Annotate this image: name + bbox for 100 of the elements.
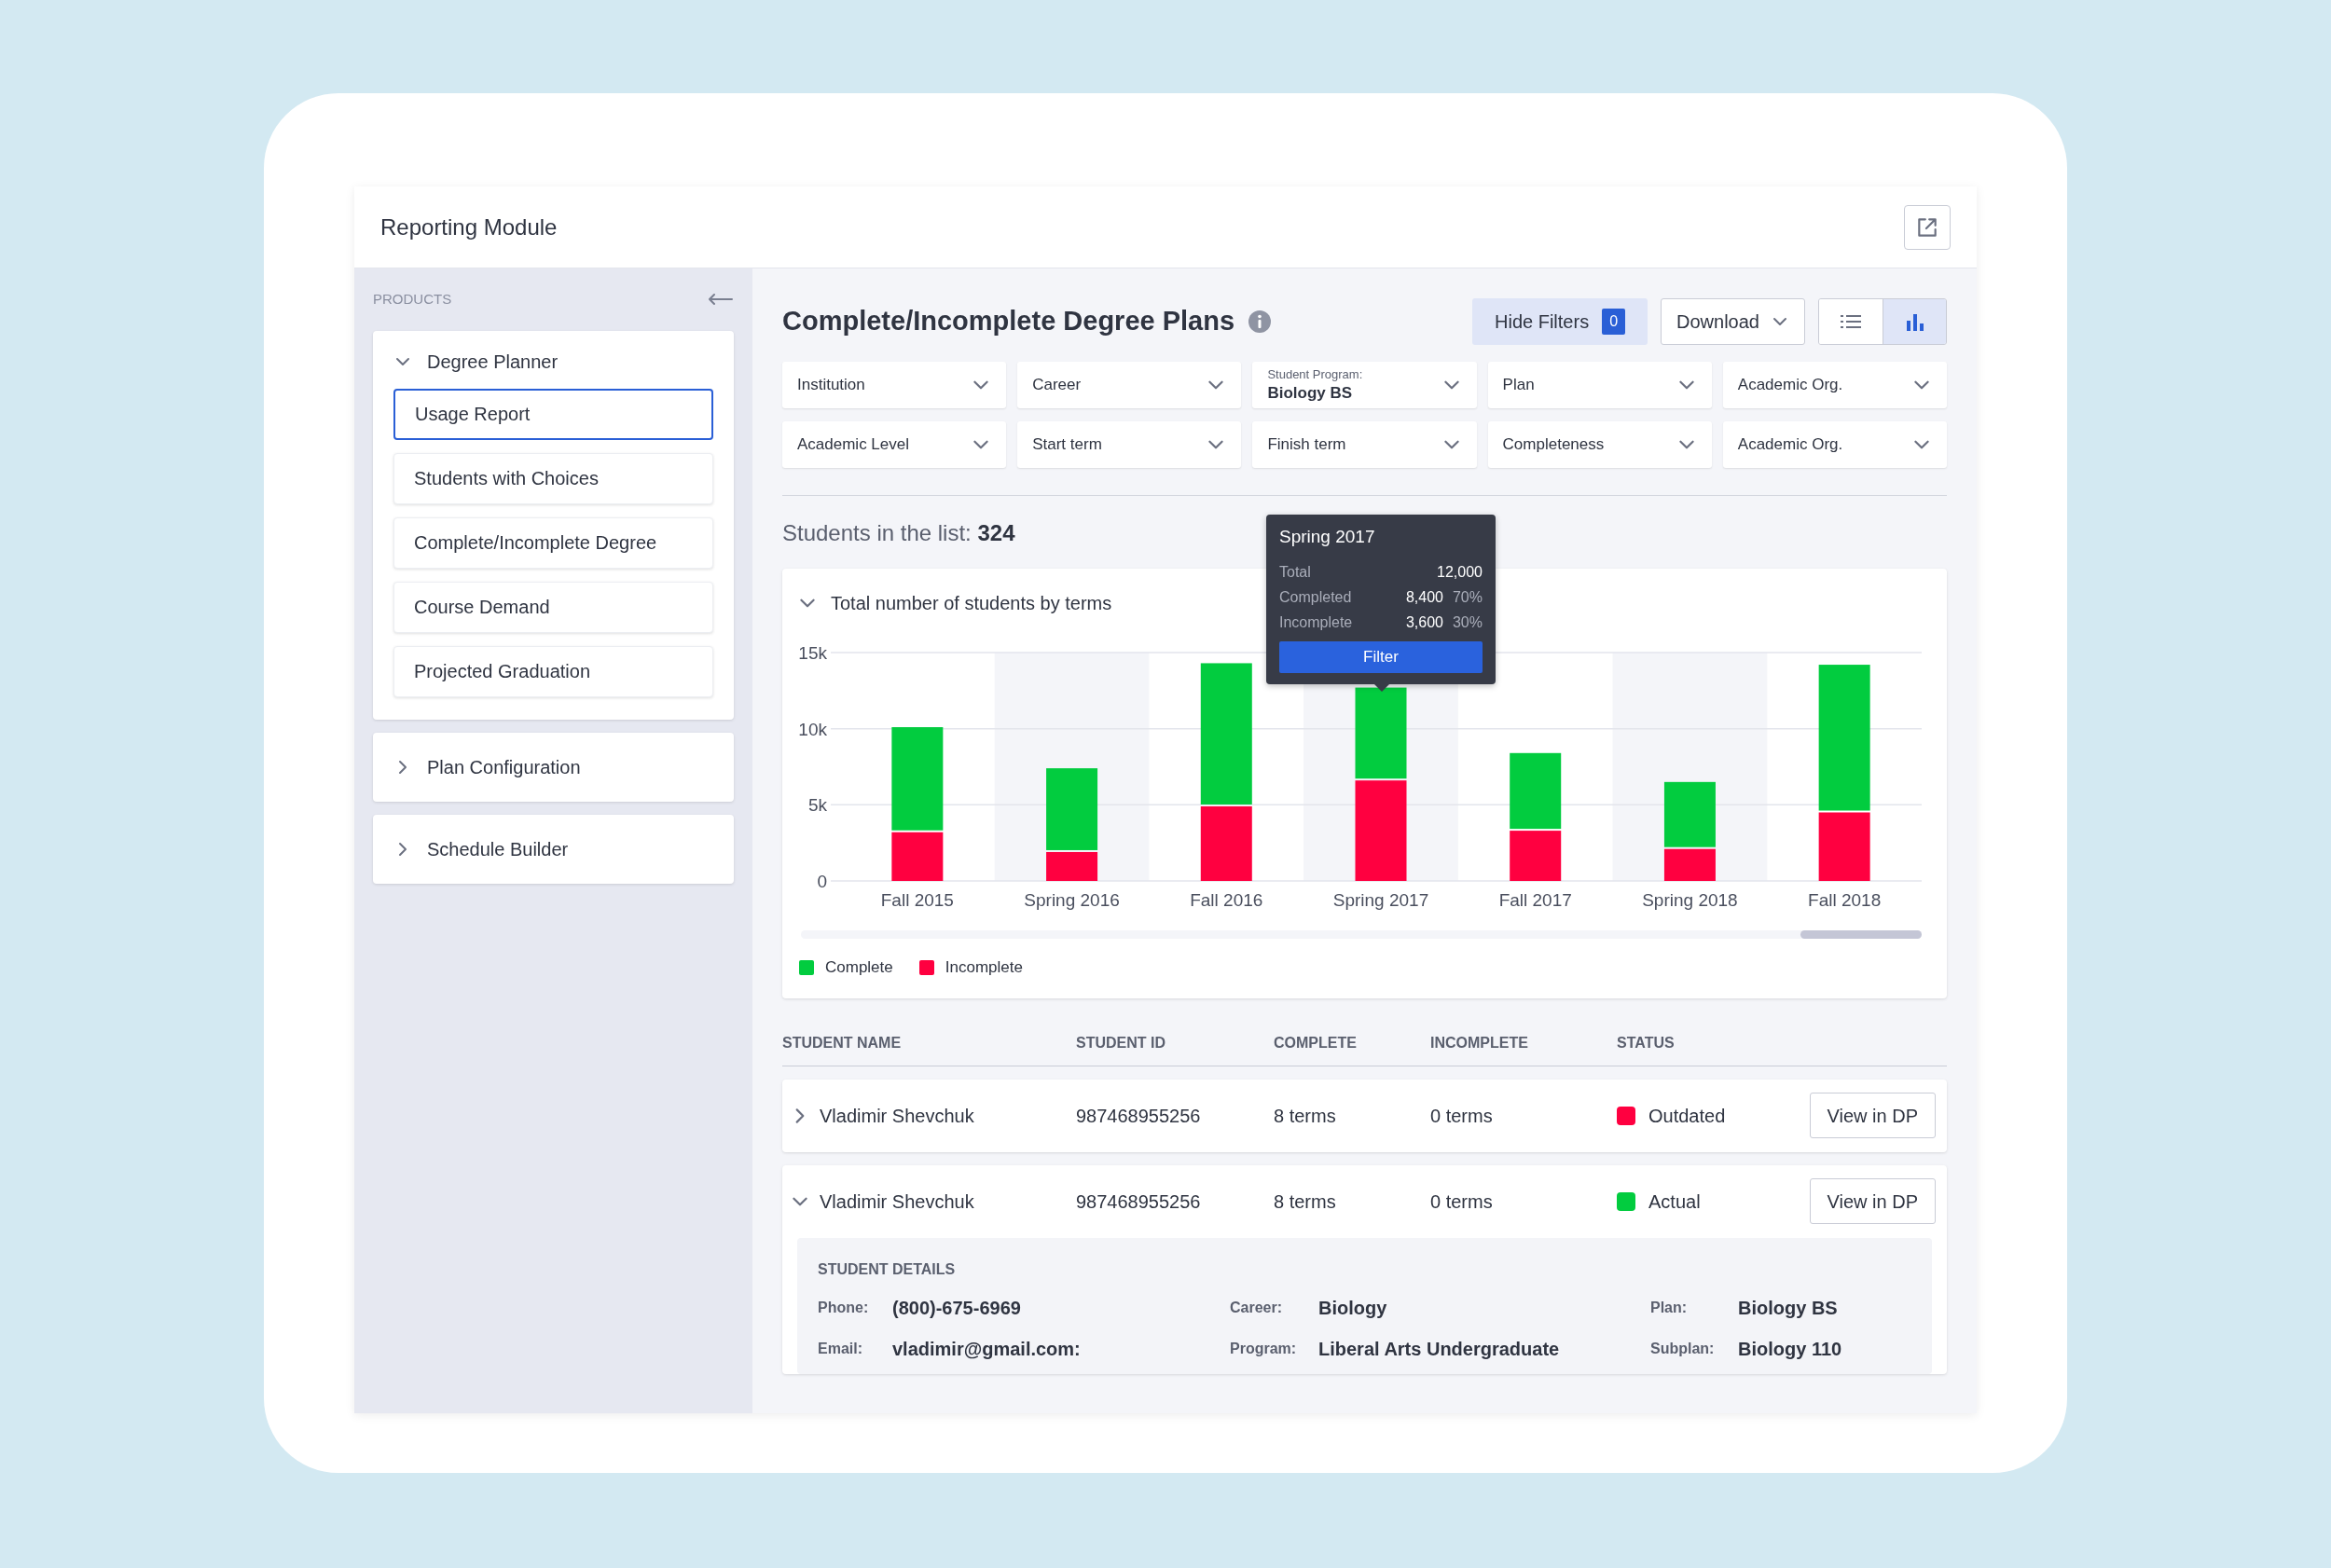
download-button[interactable]: Download: [1661, 298, 1805, 345]
legend-swatch: [799, 959, 814, 975]
status-label: Actual: [1648, 1190, 1701, 1214]
filter-dropdown[interactable]: Career: [1017, 362, 1242, 408]
filter-dropdown[interactable]: Finish term: [1252, 421, 1477, 468]
detail-value: vladimir@gmail.com:: [892, 1337, 1082, 1361]
detail-label: Plan:: [1650, 1298, 1689, 1317]
table-row[interactable]: [782, 1164, 1947, 1374]
filter-label: Finish term: [1267, 434, 1346, 456]
column-header: INCOMPLETE: [1430, 1033, 1529, 1052]
filter-label: Academic Org.: [1737, 375, 1843, 396]
detail-label: Program:: [1230, 1339, 1298, 1358]
table-row[interactable]: Vladimir Shevchuk 987468955256 8 terms 0 terms Outdated View in DP: [782, 1079, 1947, 1152]
sidebar-item[interactable]: Students with Choices: [393, 452, 713, 504]
detail-label: Phone:: [818, 1298, 870, 1317]
tooltip-value: 3,600: [1405, 613, 1443, 632]
axis-label: Fall 2015: [880, 890, 954, 910]
details-heading: STUDENT DETAILS: [818, 1259, 957, 1279]
sidebar-item[interactable]: Complete/Incomplete Degree: [393, 516, 713, 569]
axis-label: Fall 2018: [1808, 890, 1882, 910]
column-header: STUDENT NAME: [782, 1033, 903, 1052]
sidebar-item[interactable]: Projected Graduation: [393, 645, 713, 697]
axis-label: 15k: [798, 643, 827, 663]
filter-label: Academic Level: [797, 434, 909, 456]
detail-label: Career:: [1230, 1298, 1284, 1317]
chart-bar[interactable]: [1510, 752, 1562, 830]
sidebar-item[interactable]: Usage Report: [393, 388, 713, 440]
legend-label: Incomplete: [945, 957, 1023, 978]
legend-label: Complete: [825, 957, 893, 978]
filter-dropdown[interactable]: Academic Level: [782, 421, 1007, 468]
chart-bar[interactable]: [1355, 687, 1407, 779]
filter-dropdown[interactable]: Academic Org.: [1722, 362, 1947, 408]
filter-value: Biology BS: [1267, 382, 1354, 403]
table-cell-text: 8 terms: [1274, 1104, 1337, 1128]
scrollbar[interactable]: [801, 930, 1922, 939]
list-view-button[interactable]: [1819, 299, 1883, 344]
collapse-sidebar-button[interactable]: [708, 293, 734, 307]
filter-caption: Student Program:: [1267, 367, 1363, 383]
chart-view-button[interactable]: [1883, 299, 1946, 344]
detail-label: Subplan:: [1650, 1339, 1716, 1358]
filter-dropdown[interactable]: Academic Org.: [1722, 421, 1947, 468]
detail-value: Biology: [1318, 1296, 1388, 1320]
column-header: STUDENT ID: [1076, 1033, 1166, 1052]
sidebar-group[interactable]: Degree Planner: [393, 347, 713, 376]
filter-dropdown[interactable]: Plan: [1487, 362, 1712, 408]
window-title: Reporting Module: [380, 213, 558, 241]
tooltip-percent: 70%: [1451, 588, 1483, 607]
hide-filters-button[interactable]: Hide Filters 0: [1472, 298, 1648, 345]
filter-dropdown[interactable]: Start term: [1017, 421, 1242, 468]
table-cell-text: 987468955256: [1076, 1190, 1202, 1214]
detail-value: Biology BS: [1738, 1296, 1839, 1320]
sidebar-item[interactable]: Course Demand: [393, 581, 713, 633]
filter-dropdown[interactable]: Student Program: Biology BS: [1252, 362, 1477, 408]
sidebar-group[interactable]: Schedule Builder: [393, 834, 713, 863]
tooltip-percent: 30%: [1451, 613, 1483, 632]
tooltip-value: 8,400: [1405, 588, 1443, 607]
open-external-button[interactable]: [1904, 204, 1951, 250]
tooltip-label: Completed: [1279, 588, 1353, 607]
chart-bar[interactable]: [1355, 780, 1407, 881]
bar-chart-icon: [1904, 311, 1925, 332]
status-label: Outdated: [1648, 1104, 1726, 1128]
view-in-dp-button[interactable]: View in DP: [1809, 1093, 1936, 1138]
sidebar-heading: PRODUCTS: [373, 290, 452, 309]
axis-label: Fall 2016: [1190, 890, 1263, 910]
chart-bar[interactable]: [1818, 812, 1870, 881]
axis-label: Fall 2017: [1498, 890, 1572, 910]
chart-bar[interactable]: [1663, 781, 1716, 847]
axis-label: 10k: [798, 719, 827, 739]
filter-label: Academic Org.: [1737, 434, 1843, 456]
table-cell-text: Vladimir Shevchuk: [820, 1104, 974, 1128]
axis-label: Spring 2018: [1642, 890, 1738, 910]
chart-bar[interactable]: [891, 832, 944, 881]
arrow-left-icon: [708, 293, 734, 307]
table-cell-text: 8 terms: [1274, 1190, 1337, 1214]
axis-label: Spring 2016: [1024, 890, 1120, 910]
sidebar-group[interactable]: Plan Configuration: [393, 752, 713, 781]
column-header: STATUS: [1617, 1033, 1676, 1052]
table-cell-text: 987468955256: [1076, 1104, 1202, 1128]
chart-bar[interactable]: [1046, 851, 1098, 881]
detail-value: Biology 110: [1738, 1337, 1843, 1361]
axis-label: Spring 2017: [1332, 890, 1429, 910]
chart-bar[interactable]: [1818, 665, 1870, 811]
filter-label: Career: [1032, 375, 1082, 396]
detail-value: (800)-675-6969: [892, 1296, 1022, 1320]
chart-section-toggle[interactable]: Total number of students by terms: [797, 589, 1112, 617]
detail-value: Liberal Arts Undergraduate: [1318, 1337, 1561, 1361]
filter-button[interactable]: Filter: [1279, 640, 1483, 673]
column-header: COMPLETE: [1274, 1033, 1358, 1052]
tooltip-value: 12,000: [1437, 563, 1483, 582]
view-in-dp-button[interactable]: View in DP: [1809, 1178, 1936, 1224]
table-cell-text: 0 terms: [1430, 1190, 1494, 1214]
filter-label: Institution: [797, 375, 865, 396]
chart-bar[interactable]: [1663, 848, 1716, 881]
filter-label: Plan: [1502, 375, 1535, 396]
chart-bar[interactable]: [1200, 805, 1252, 881]
filter-dropdown[interactable]: Institution: [782, 362, 1007, 408]
axis-label: 0: [817, 872, 827, 891]
tooltip-title: Spring 2017: [1279, 526, 1376, 548]
filter-dropdown[interactable]: Completeness: [1487, 421, 1712, 468]
list-icon: [1840, 312, 1862, 331]
